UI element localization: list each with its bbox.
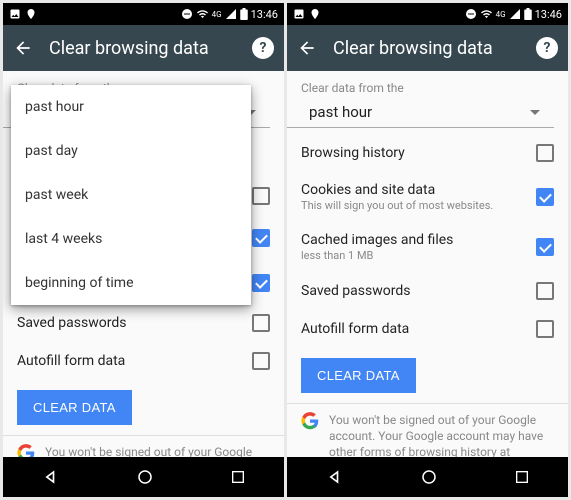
opt-title: Saved passwords: [17, 315, 126, 331]
battery-icon: [240, 8, 248, 20]
photo-icon: [9, 8, 21, 20]
dropdown-item[interactable]: past hour: [11, 85, 251, 129]
checkbox-browsing-history[interactable]: [536, 144, 554, 162]
opt-browsing-history[interactable]: Browsing history: [287, 134, 568, 172]
checkbox-peeking-1[interactable]: [252, 187, 270, 205]
content-area: Clear data from the past hour Browsing h…: [287, 71, 568, 457]
network-label: 4G: [212, 10, 222, 19]
phone-right: 4G 13:46 Clear browsing data ? Clear dat…: [287, 3, 568, 497]
clear-data-button[interactable]: CLEAR DATA: [301, 358, 416, 393]
opt-title: Cookies and site data: [301, 182, 493, 198]
opt-title: Saved passwords: [301, 283, 410, 299]
opt-cached[interactable]: Cached images and files less than 1 MB: [287, 222, 568, 272]
clear-data-button[interactable]: CLEAR DATA: [17, 390, 132, 425]
nav-recent-icon[interactable]: [230, 469, 246, 485]
dropdown-item[interactable]: beginning of time: [11, 261, 251, 305]
checkbox-autofill[interactable]: [536, 320, 554, 338]
checkbox-cached[interactable]: [536, 238, 554, 256]
status-bar: 4G 13:46: [287, 3, 568, 25]
dropdown-item[interactable]: last 4 weeks: [11, 217, 251, 261]
nav-home-icon[interactable]: [420, 468, 438, 486]
opt-title: Autofill form data: [17, 353, 125, 369]
phone-left: 4G 13:46 Clear browsing data ? Clear dat…: [3, 3, 284, 497]
opt-title: Autofill form data: [301, 321, 409, 337]
opt-saved-passwords[interactable]: Saved passwords: [3, 304, 284, 342]
opt-title: Cached images and files: [301, 232, 453, 248]
signal-icon: [509, 8, 521, 20]
checkbox-saved-passwords[interactable]: [536, 282, 554, 300]
page-title: Clear browsing data: [49, 38, 236, 59]
opt-autofill[interactable]: Autofill form data: [3, 342, 284, 380]
checkbox-peeking-3[interactable]: [252, 274, 270, 292]
opt-sub: This will sign you out of most websites.: [301, 199, 493, 212]
dropdown-item[interactable]: past week: [11, 173, 251, 217]
content-area: Clear data from the past hour Saved pass…: [3, 71, 284, 457]
info-text: You won't be signed out of your Google a…: [329, 412, 554, 457]
back-icon[interactable]: [297, 38, 317, 58]
clock-text: 13:46: [535, 8, 562, 21]
nav-bar: [287, 457, 568, 497]
battery-icon: [524, 8, 532, 20]
info-row: You won't be signed out of your Google a…: [287, 403, 568, 457]
checkbox-cookies[interactable]: [536, 188, 554, 206]
page-title: Clear browsing data: [333, 38, 520, 59]
opt-cookies[interactable]: Cookies and site data This will sign you…: [287, 172, 568, 222]
nav-back-icon[interactable]: [325, 467, 345, 487]
section-label: Clear data from the: [287, 71, 568, 97]
nav-recent-icon[interactable]: [514, 469, 530, 485]
nav-back-icon[interactable]: [41, 467, 61, 487]
dnd-icon: [465, 8, 477, 20]
opt-sub: less than 1 MB: [301, 249, 453, 262]
wifi-icon: [196, 8, 209, 20]
photo-icon: [293, 8, 305, 20]
help-icon[interactable]: ?: [536, 37, 558, 59]
app-bar: Clear browsing data ?: [3, 25, 284, 71]
location-icon: [309, 8, 321, 20]
time-range-spinner[interactable]: past hour: [287, 97, 554, 128]
wifi-icon: [480, 8, 493, 20]
dropdown-item[interactable]: past day: [11, 129, 251, 173]
info-row: You won't be signed out of your Google a…: [3, 435, 284, 457]
checkbox-autofill[interactable]: [252, 352, 270, 370]
time-range-dropdown: past hour past day past week last 4 week…: [11, 85, 251, 305]
nav-bar: [3, 457, 284, 497]
google-logo-icon: [301, 412, 319, 430]
chevron-down-icon: [530, 110, 540, 115]
google-logo-icon: [17, 444, 35, 457]
checkbox-saved-passwords[interactable]: [252, 314, 270, 332]
back-icon[interactable]: [13, 38, 33, 58]
checkbox-peeking-2[interactable]: [252, 229, 270, 247]
spinner-value: past hour: [309, 103, 372, 121]
dnd-icon: [181, 8, 193, 20]
opt-saved-passwords[interactable]: Saved passwords: [287, 272, 568, 310]
help-icon[interactable]: ?: [252, 37, 274, 59]
nav-home-icon[interactable]: [136, 468, 154, 486]
opt-title: Browsing history: [301, 145, 405, 161]
location-icon: [25, 8, 37, 20]
status-bar: 4G 13:46: [3, 3, 284, 25]
app-bar: Clear browsing data ?: [287, 25, 568, 71]
clock-text: 13:46: [251, 8, 278, 21]
info-text: You won't be signed out of your Google a…: [45, 444, 270, 457]
opt-autofill[interactable]: Autofill form data: [287, 310, 568, 348]
network-label: 4G: [496, 10, 506, 19]
signal-icon: [225, 8, 237, 20]
